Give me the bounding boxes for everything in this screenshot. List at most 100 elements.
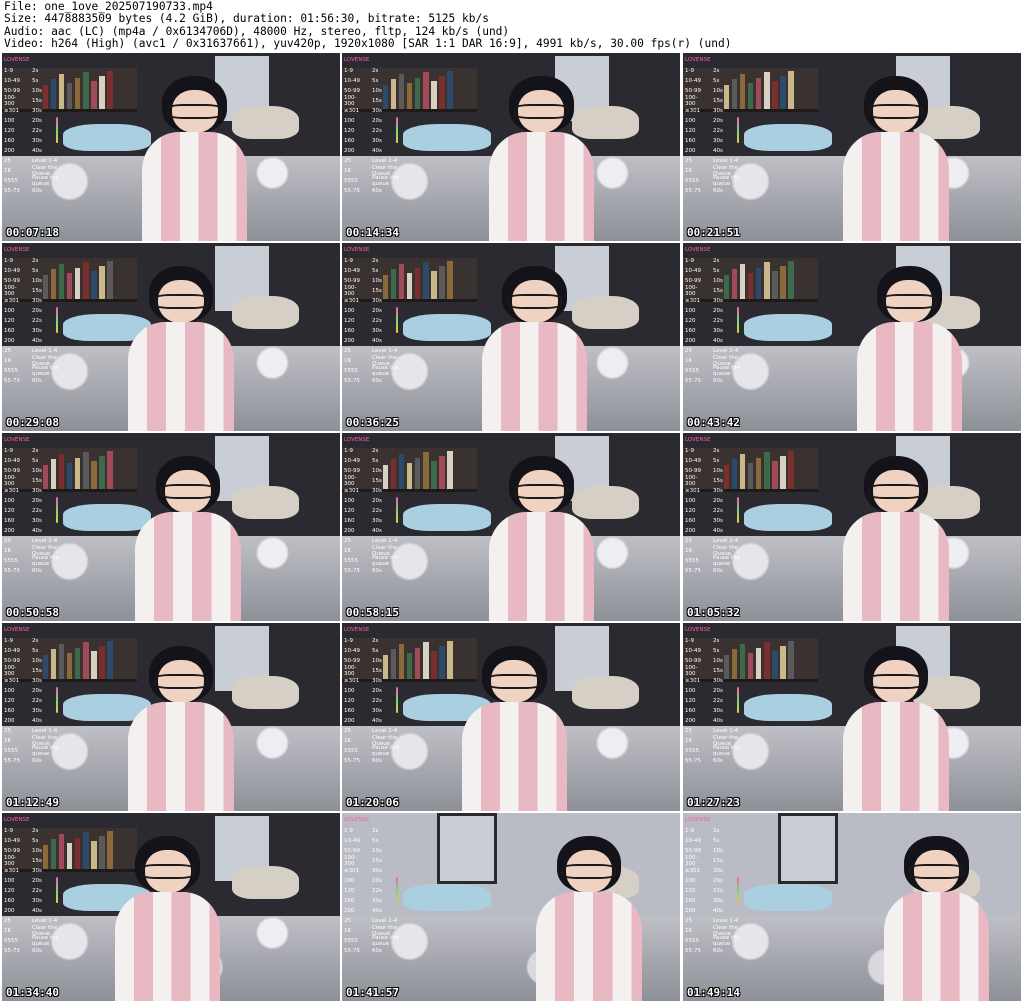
- book: [756, 457, 762, 490]
- overlay-brand: LOVENSE: [4, 57, 30, 63]
- overlay-amount: 55-75: [685, 568, 701, 574]
- person: [457, 645, 572, 811]
- overlay-row: ≥301 30s: [344, 676, 406, 686]
- overlay-duration: 30s: [372, 488, 382, 494]
- overlay-duration: 30s: [32, 108, 42, 114]
- timestamp-label: 00:58:15: [346, 606, 399, 619]
- overlay-amount: 100: [4, 308, 15, 314]
- book: [83, 72, 89, 110]
- overlay-duration: Pause the queue: [713, 935, 740, 947]
- book: [772, 81, 778, 110]
- book: [431, 271, 437, 300]
- overlay-duration: 15s: [32, 98, 42, 104]
- overlay-duration: Level 1-4: [372, 918, 398, 924]
- book: [415, 77, 421, 110]
- glasses: [868, 103, 924, 119]
- overlay-amount: 120: [4, 888, 15, 894]
- overlay-row: 55-75 60s: [344, 566, 406, 576]
- video-thumbnail: LOVENSE 1-9 2s 10-49 5s 50-99 10s 100-300 15s ≥30…: [2, 53, 340, 241]
- overlay-duration: 60s: [713, 188, 723, 194]
- overlay-row: 55-75 60s: [685, 186, 747, 196]
- overlay-amount: 5555: [344, 368, 358, 374]
- overlay-level-bar: [56, 687, 58, 713]
- overlay-amount: ≥301: [4, 488, 20, 494]
- overlay-row: 100-300 15s: [344, 285, 406, 297]
- overlay-amount: 100-300: [685, 285, 698, 297]
- overlay-row: ≥301 30s: [4, 676, 66, 686]
- overlay-row: ≥301 30s: [4, 866, 66, 876]
- overlay-amount: 25: [685, 538, 692, 544]
- overlay-row: 200 40s: [4, 146, 66, 156]
- overlay-amount: 100: [344, 688, 355, 694]
- striped-cardigan: [461, 701, 568, 811]
- book: [431, 81, 437, 110]
- grey-pillow: [231, 865, 300, 900]
- overlay-row: 200 40s: [344, 716, 406, 726]
- overlay-row: 100-300 15s: [685, 95, 747, 107]
- overlay-amount: 100-300: [4, 285, 17, 297]
- overlay-amount: 120: [344, 128, 355, 134]
- person: [838, 455, 953, 621]
- overlay-duration: 30s: [32, 298, 42, 304]
- overlay-amount: ≥301: [685, 488, 701, 494]
- overlay-amount: ≥301: [344, 868, 360, 874]
- timestamp-label: 01:41:57: [346, 986, 399, 999]
- video-thumbnail: LOVENSE 1-9 2s 10-49 5s 50-99 10s 100-300 15s ≥30…: [342, 623, 680, 811]
- overlay-duration: Level 1-4: [32, 728, 58, 734]
- timestamp-label: 01:12:49: [6, 796, 59, 809]
- video-info-line: Video: h264 (High) (avc1 / 0x31637661), …: [4, 37, 732, 51]
- overlay-amount: 100-300: [685, 475, 698, 487]
- book: [99, 265, 105, 300]
- overlay-row: 55-75 60s: [4, 186, 66, 196]
- overlay-amount: 5555: [685, 178, 699, 184]
- overlay-amount: 160: [685, 708, 696, 714]
- striped-cardigan: [856, 321, 963, 431]
- timestamp-label: 00:07:18: [6, 226, 59, 239]
- overlay-amount: 10-49: [344, 78, 360, 84]
- book: [83, 642, 89, 680]
- timestamp-label: 00:36:25: [346, 416, 399, 429]
- book: [91, 461, 97, 490]
- overlay-row: 55-75 60s: [685, 946, 747, 956]
- overlay-duration: 10s: [713, 278, 723, 284]
- overlay-amount: 120: [4, 698, 15, 704]
- overlay-duration: 60s: [372, 568, 382, 574]
- overlay-brand: LOVENSE: [344, 57, 370, 63]
- overlay-row: 1-9 2s: [344, 826, 406, 836]
- overlay-amount: 25: [4, 918, 11, 924]
- book: [772, 461, 778, 490]
- tip-menu-overlay: LOVENSE 1-9 2s 10-49 5s 50-99 10s 100-300 15s ≥30…: [685, 627, 747, 787]
- overlay-amount: 25: [344, 348, 351, 354]
- blue-pillow: [743, 694, 832, 721]
- overlay-amount: 25: [344, 728, 351, 734]
- overlay-amount: 160: [4, 328, 15, 334]
- overlay-row: 55-75 60s: [4, 376, 66, 386]
- tip-menu-overlay: LOVENSE 1-9 2s 10-49 5s 50-99 10s 100-300 15s ≥30…: [4, 817, 66, 977]
- glasses: [486, 673, 542, 689]
- overlay-amount: 100: [344, 878, 355, 884]
- overlay-amount: 100-300: [685, 95, 698, 107]
- overlay-row: 5555 Pause the queue: [344, 935, 406, 947]
- overlay-amount: 50-99: [685, 658, 701, 664]
- overlay-amount: 160: [4, 138, 15, 144]
- overlay-row: 100-300 15s: [685, 855, 747, 867]
- blue-pillow: [743, 504, 832, 531]
- overlay-duration: 40s: [32, 148, 42, 154]
- video-thumbnail: LOVENSE 1-9 2s 10-49 5s 50-99 10s 100-300 15s ≥30…: [683, 813, 1021, 1001]
- overlay-amount: 120: [344, 698, 355, 704]
- book: [439, 455, 445, 490]
- book: [66, 652, 73, 680]
- overlay-row: 200 40s: [685, 526, 747, 536]
- overlay-duration: 10s: [32, 658, 42, 664]
- overlay-amount: 160: [344, 328, 355, 334]
- book: [788, 70, 794, 110]
- overlay-row: 100-300 15s: [685, 285, 747, 297]
- overlay-amount: 100-300: [344, 285, 357, 297]
- overlay-amount: 5555: [344, 748, 358, 754]
- overlay-duration: 2s: [372, 258, 379, 264]
- overlay-amount: 120: [685, 698, 696, 704]
- glasses: [513, 103, 569, 119]
- overlay-amount: ≥301: [685, 108, 701, 114]
- overlay-duration: Level 1-4: [713, 728, 739, 734]
- overlay-duration: Level 1-4: [32, 158, 58, 164]
